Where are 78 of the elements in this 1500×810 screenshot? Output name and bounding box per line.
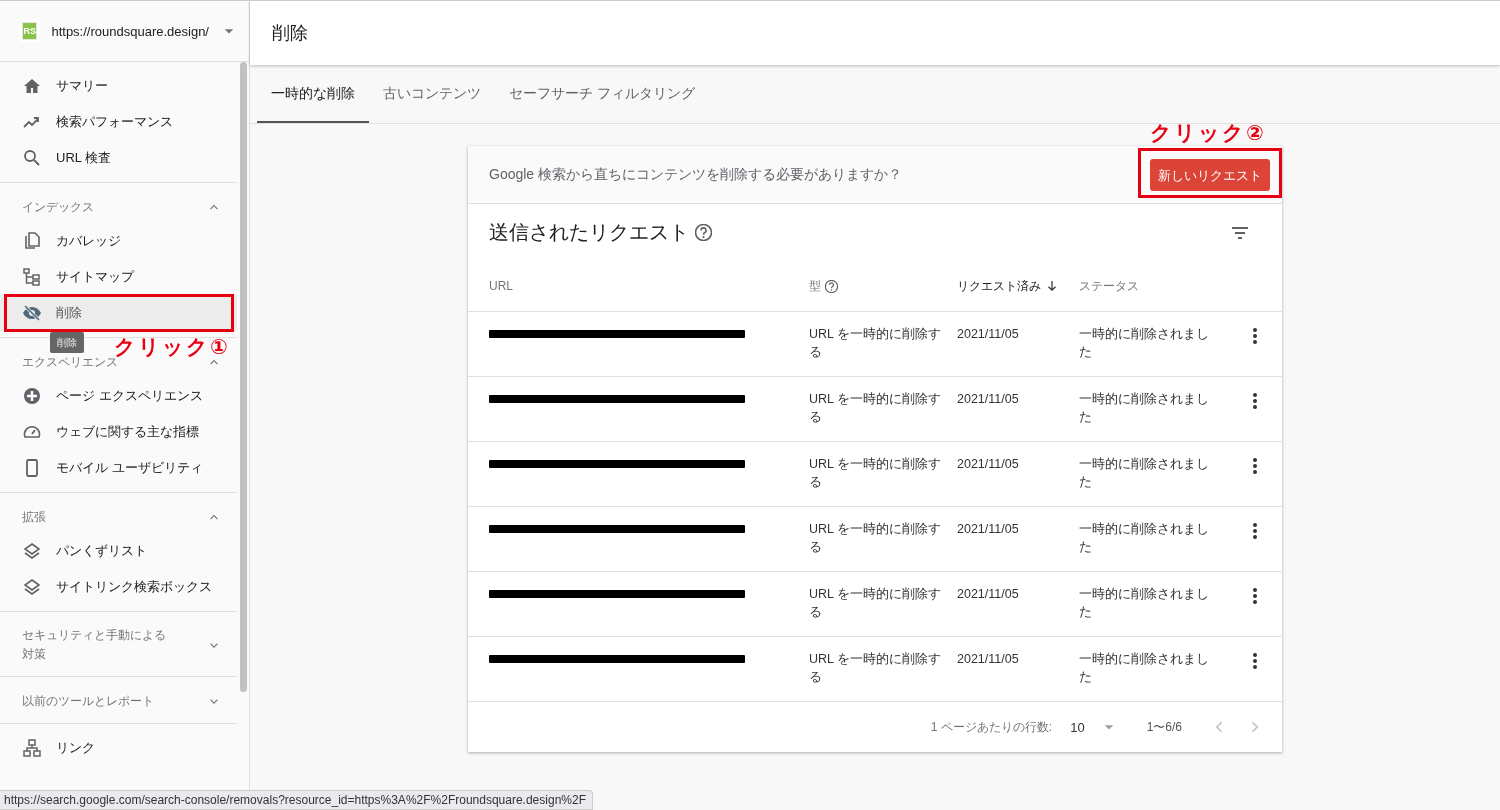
section-header[interactable]: 拡張 (22, 507, 46, 527)
table-cell-text: 2021/11/05 (957, 521, 1020, 538)
table-cell-text: 一時的に削除されました (1079, 456, 1210, 491)
more-menu-button[interactable] (1252, 458, 1257, 474)
tab[interactable]: 一時的な削除 (257, 66, 369, 123)
annotation-label: クリック① (114, 335, 230, 358)
section-header[interactable]: インデックス (22, 197, 94, 217)
sidebar-item[interactable]: ページ エクスペリエンス (0, 378, 237, 414)
table-cell-text: URL を一時的に削除する (809, 326, 942, 361)
more-vertical-icon (1252, 393, 1257, 409)
scrollbar[interactable] (240, 62, 247, 692)
tooltip: 削除 (50, 332, 84, 353)
table-cell-text: URL を一時的に削除する (809, 586, 942, 621)
column-header: URL (488, 279, 514, 293)
table-cell-text: URL を一時的に削除する (809, 456, 942, 491)
sidebar-item[interactable]: サイトマップ (0, 259, 237, 295)
more-vertical-icon (1252, 653, 1257, 669)
sidebar-item[interactable]: ウェブに関する主な指標 (0, 414, 237, 450)
column-header[interactable]: リクエスト済み (957, 277, 1079, 295)
sort-arrow-icon (1045, 279, 1059, 293)
table-cell-text: 一時的に削除されました (1079, 391, 1210, 426)
sidebar-item[interactable]: カバレッジ (0, 223, 237, 259)
tab[interactable]: セーフサーチ フィルタリング (495, 66, 709, 123)
site-logo: RS (22, 22, 38, 40)
table-cell-text: URL を一時的に削除する (809, 521, 942, 556)
table-cell-text: 一時的に削除されました (1079, 521, 1210, 556)
sidebar-item[interactable]: サイトリンク検索ボックス (0, 569, 237, 605)
rows-per-page-label: 1 ページあたりの行数: (930, 718, 1053, 736)
table-cell-text: 2021/11/05 (957, 391, 1020, 408)
table-cell-text: 一時的に削除されました (1079, 651, 1210, 686)
layers-icon (22, 577, 42, 597)
more-vertical-icon (1252, 458, 1257, 474)
table-cell-text: 2021/11/05 (957, 326, 1020, 343)
more-menu-button[interactable] (1252, 653, 1257, 669)
more-menu-button[interactable] (1252, 328, 1257, 344)
more-vertical-icon (1252, 588, 1257, 604)
section-header[interactable]: 以前のツールとレポート (22, 691, 154, 711)
sitemap-icon (22, 267, 42, 287)
table-cell-text: URL を一時的に削除する (809, 651, 942, 686)
sidebar-item[interactable]: パンくずリスト (0, 533, 237, 569)
status-bar-url: https://search.google.com/search-console/removals?resource_id=https%3A%2F%2Froundsquare.design%2F (0, 790, 593, 810)
network-icon (22, 738, 42, 758)
sidebar-item[interactable]: サマリー (0, 68, 237, 104)
more-menu-button[interactable] (1252, 393, 1257, 409)
copy-icon (22, 231, 42, 251)
property-selector[interactable]: RS https://roundsquare.design/ (0, 0, 249, 62)
home-icon (22, 76, 42, 96)
more-vertical-icon (1252, 328, 1257, 344)
column-header: ステータス (1079, 277, 1140, 295)
prompt-text: Google 検索から直ちにコンテンツを削除する必要がありますか？ (489, 165, 903, 184)
table-cell-text: 2021/11/05 (957, 586, 1020, 603)
column-header: 型 (809, 277, 957, 295)
annotation-label: クリック② (1150, 119, 1266, 146)
property-url: https://roundsquare.design/ (51, 23, 209, 39)
sidebar-item[interactable]: リンク (0, 730, 237, 766)
page-range: 1〜6/6 (1146, 718, 1182, 736)
table-cell-text: 2021/11/05 (957, 456, 1020, 473)
more-vertical-icon (1252, 523, 1257, 539)
page-title: 削除 (272, 22, 308, 45)
layers-icon (22, 541, 42, 561)
sidebar-item[interactable]: URL 検査 (0, 140, 237, 176)
eye-slash-icon (22, 303, 42, 323)
more-menu-button[interactable] (1252, 523, 1257, 539)
more-menu-button[interactable] (1252, 588, 1257, 604)
table-cell-text: 一時的に削除されました (1079, 586, 1210, 621)
help-icon (695, 224, 712, 241)
search-icon (22, 148, 42, 168)
table-cell-text: URL を一時的に削除する (809, 391, 942, 426)
table-cell-text: 2021/11/05 (957, 651, 1020, 668)
plus-circle-icon (22, 386, 42, 406)
sidebar-item[interactable]: モバイル ユーザビリティ (0, 450, 237, 486)
table-cell-text: 一時的に削除されました (1079, 326, 1210, 361)
new-request-button[interactable]: 新しいリクエスト (1150, 158, 1270, 191)
section-header[interactable]: セキュリティと手動による対策 (22, 626, 172, 664)
tab[interactable]: 古いコンテンツ (369, 66, 495, 123)
rows-per-page-select[interactable]: 10 (1070, 719, 1115, 735)
section-title: 送信されたリクエスト (489, 220, 689, 245)
sidebar-item[interactable]: 検索パフォーマンス (0, 104, 237, 140)
